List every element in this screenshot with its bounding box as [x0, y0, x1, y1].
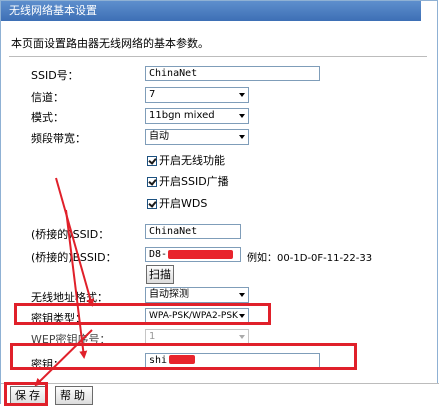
redaction-mark [168, 250, 233, 259]
top-divider [9, 56, 427, 57]
bandwidth-select[interactable]: 自动 [145, 129, 249, 145]
checkbox-enable-wds[interactable]: 开启WDS [147, 195, 207, 211]
ssid-input[interactable]: ChinaNet [145, 66, 320, 81]
checkbox-enable-wireless[interactable]: 开启无线功能 [147, 152, 225, 168]
chevron-down-icon [239, 135, 245, 139]
checkbox-label: 开启WDS [159, 197, 208, 210]
bssid-example: 例如：00-1D-0F-11-22-33 [247, 253, 373, 264]
wep-index-value: 1 [149, 331, 156, 342]
ssid-label: SSID号： [31, 69, 79, 82]
channel-label: 信道： [31, 91, 64, 104]
mode-select[interactable]: 11bgn mixed [145, 108, 249, 124]
checkbox-checked-icon[interactable] [147, 177, 157, 187]
annotation-box-key-type [14, 303, 271, 325]
checkbox-checked-icon[interactable] [147, 199, 157, 209]
address-format-select[interactable]: 自动探测 [145, 287, 249, 303]
chevron-down-icon [239, 114, 245, 118]
scan-button[interactable]: 扫描 [146, 265, 174, 284]
checkbox-ssid-broadcast[interactable]: 开启SSID广播 [147, 173, 229, 189]
window-title: 无线网络基本设置 [1, 1, 421, 21]
bridged-ssid-label: (桥接的)SSID： [31, 228, 110, 241]
checkbox-label: 开启无线功能 [159, 154, 225, 167]
chevron-down-icon [239, 293, 245, 297]
mode-value: 11bgn mixed [149, 110, 215, 121]
channel-select[interactable]: 7 [145, 87, 249, 103]
help-button[interactable]: 帮助 [55, 386, 93, 405]
bandwidth-value: 自动 [149, 131, 169, 142]
chevron-down-icon [239, 335, 245, 339]
bandwidth-label: 频段带宽： [31, 132, 86, 145]
annotation-box-key [10, 343, 357, 370]
bridged-bssid-label: (桥接的)BSSID： [31, 251, 117, 264]
address-format-value: 自动探测 [149, 289, 189, 300]
mode-label: 模式： [31, 111, 64, 124]
bridged-ssid-input[interactable]: ChinaNet [145, 224, 241, 239]
chevron-down-icon [239, 93, 245, 97]
channel-value: 7 [149, 89, 156, 100]
annotation-box-save [4, 382, 48, 406]
checkbox-checked-icon[interactable] [147, 156, 157, 166]
checkbox-label: 开启SSID广播 [159, 175, 229, 188]
intro-text: 本页面设置路由器无线网络的基本参数。 [11, 37, 209, 50]
